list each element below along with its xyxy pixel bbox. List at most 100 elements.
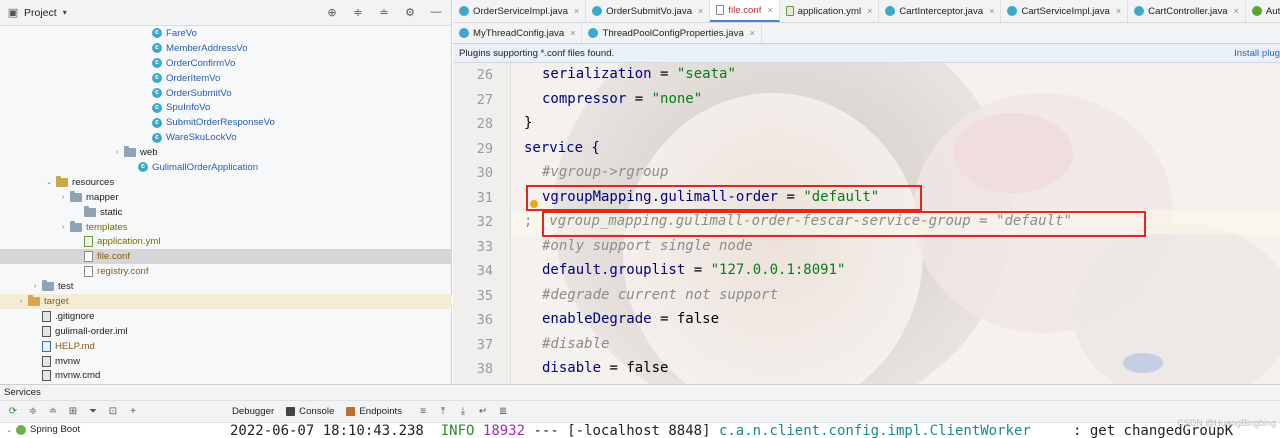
line-number: 36 xyxy=(476,312,493,328)
chevron-down-icon[interactable]: ▾ xyxy=(63,8,67,17)
editor-tab[interactable]: MyThreadConfig.java × xyxy=(453,23,583,43)
close-icon[interactable]: × xyxy=(698,6,703,16)
tree-item[interactable]: static xyxy=(0,205,452,220)
tree-item[interactable]: c GulimallOrderApplication xyxy=(0,160,452,175)
editor-tab-bar: OrderServiceImpl.java × OrderSubmitVo.java… xyxy=(453,0,1280,23)
chevron-icon[interactable]: ⌄ xyxy=(44,178,54,186)
layout-icon[interactable]: ≡ xyxy=(416,405,430,419)
tree-item[interactable]: c SpuInfoVo xyxy=(0,100,452,115)
code-line: #vgroup->rgroup xyxy=(542,164,668,180)
code-token: service { xyxy=(524,139,600,156)
gear-icon[interactable]: ⚙ xyxy=(403,5,417,19)
chevron-icon[interactable]: › xyxy=(16,298,26,305)
tree-item[interactable]: HELP.md xyxy=(0,339,452,354)
watermark: CSDN @HuangBingbing xyxy=(1177,418,1276,428)
tree-item[interactable]: ⌄ resources xyxy=(0,175,452,190)
chevron-icon[interactable]: › xyxy=(58,224,68,231)
tree-item[interactable]: › test xyxy=(0,279,452,294)
services-panel-label: Services xyxy=(0,384,1280,400)
filter-icon[interactable]: ⏷ xyxy=(86,405,100,419)
close-icon[interactable]: × xyxy=(750,28,755,38)
tree-item[interactable]: application.yml xyxy=(0,234,452,249)
class-icon: c xyxy=(138,162,148,173)
code-token: enableDegrade xyxy=(542,311,652,327)
tree-item[interactable]: file.conf xyxy=(0,249,452,265)
editor-tab[interactable]: ThreadPoolConfigProperties.java × xyxy=(582,23,763,43)
class-icon: c xyxy=(152,117,162,128)
tree-item[interactable]: c FareVo xyxy=(0,26,452,41)
add-icon[interactable]: + xyxy=(126,405,140,419)
wrap-icon[interactable]: ↵ xyxy=(476,405,490,419)
tree-item[interactable]: › mapper xyxy=(0,190,452,205)
line-number: 38 xyxy=(476,361,493,377)
conf-file-icon xyxy=(84,251,93,263)
group-icon[interactable]: ⊞ xyxy=(66,405,80,419)
editor-tab[interactable]: CartController.java × xyxy=(1128,0,1246,22)
services-title[interactable]: Services xyxy=(4,387,41,398)
install-plugins-link[interactable]: Install plug xyxy=(1234,48,1280,59)
expand-all-icon[interactable]: ≑ xyxy=(26,405,40,419)
close-icon[interactable]: × xyxy=(989,6,994,16)
log-pid: 18932 xyxy=(482,423,526,438)
chevron-icon[interactable]: › xyxy=(30,283,40,290)
scroll-down-icon[interactable]: ⤓ xyxy=(456,405,470,419)
line-number: 32 xyxy=(476,214,493,230)
plugin-notice-text: Plugins supporting *.conf files found. xyxy=(459,47,615,59)
tree-item-label: mvnw xyxy=(55,355,81,367)
tree-item[interactable]: gulimall-order.iml xyxy=(0,324,452,339)
expand-all-icon[interactable]: ≑ xyxy=(351,5,365,19)
tab-endpoints[interactable]: Endpoints xyxy=(346,406,402,417)
chevron-icon[interactable]: › xyxy=(112,149,122,156)
tree-item[interactable]: c WareSkuLockVo xyxy=(0,130,452,145)
editor-tab[interactable]: OrderSubmitVo.java × xyxy=(586,0,711,22)
collapse-all-icon[interactable]: ≐ xyxy=(46,405,60,419)
project-title[interactable]: Project xyxy=(24,7,57,19)
editor-tab[interactable]: file.conf × xyxy=(710,0,780,22)
close-icon[interactable]: × xyxy=(1234,6,1239,16)
chevron-icon[interactable]: › xyxy=(58,194,68,201)
tree-item[interactable]: › templates xyxy=(0,220,452,235)
editor-tab-label: MyThreadConfig.java xyxy=(473,27,565,39)
tree-item[interactable]: c OrderConfirmVo xyxy=(0,56,452,71)
yml-file-icon xyxy=(785,6,794,16)
layout-icon[interactable]: ⊡ xyxy=(106,405,120,419)
tree-item[interactable]: registry.conf xyxy=(0,264,452,279)
close-icon[interactable]: × xyxy=(1116,6,1121,16)
tree-item[interactable]: c OrderSubmitVo xyxy=(0,86,452,101)
close-icon[interactable]: × xyxy=(767,5,772,15)
tree-item[interactable]: c SubmitOrderResponseVo xyxy=(0,115,452,130)
close-icon[interactable]: × xyxy=(867,6,872,16)
code-line: compressor = "none" xyxy=(542,91,702,107)
tree-item[interactable]: mvnw.cmd xyxy=(0,368,452,383)
refresh-icon[interactable]: ⟳ xyxy=(6,405,20,419)
code-token: = xyxy=(685,262,711,278)
code-line: enableDegrade = false xyxy=(542,311,719,327)
editor-tab[interactable]: CartServiceImpl.java × xyxy=(1001,0,1129,22)
close-icon[interactable]: × xyxy=(574,6,579,16)
editor-tab[interactable]: OrderServiceImpl.java × xyxy=(453,0,587,22)
collapse-all-icon[interactable]: ≐ xyxy=(377,5,391,19)
code-token: false xyxy=(626,360,669,376)
close-icon[interactable]: × xyxy=(570,28,575,38)
scroll-up-icon[interactable]: ⤒ xyxy=(436,405,450,419)
tab-debugger[interactable]: Debugger xyxy=(232,406,274,417)
class-icon xyxy=(459,28,469,38)
target-folder-icon xyxy=(28,294,40,306)
editor-tab[interactable]: Autowired.cl× xyxy=(1246,0,1280,22)
spring-boot-node[interactable]: ⌄ Spring Boot xyxy=(4,424,80,435)
tree-item[interactable]: c OrderItemVo xyxy=(0,71,452,86)
editor-tab[interactable]: CartInterceptor.java × xyxy=(879,0,1002,22)
chevron-down-icon[interactable]: ⌄ xyxy=(4,426,14,434)
tree-item[interactable]: › web xyxy=(0,145,452,160)
tree-item[interactable]: mvnw xyxy=(0,354,452,369)
tree-item[interactable]: .gitignore xyxy=(0,309,452,324)
tab-console[interactable]: Console xyxy=(286,406,334,417)
menu-icon[interactable]: ≣ xyxy=(496,405,510,419)
code-editor[interactable]: 26 27 28 29 30 31 32 33 34 35 36 37 38 serialization… xyxy=(453,63,1280,384)
tree-item[interactable]: c MemberAddressVo xyxy=(0,41,452,56)
locate-icon[interactable]: ⊕ xyxy=(325,5,339,19)
folder-icon xyxy=(70,190,82,202)
tree-item[interactable]: › target xyxy=(0,294,452,309)
minimize-icon[interactable]: — xyxy=(429,5,443,19)
editor-tab[interactable]: application.yml × xyxy=(780,0,880,22)
